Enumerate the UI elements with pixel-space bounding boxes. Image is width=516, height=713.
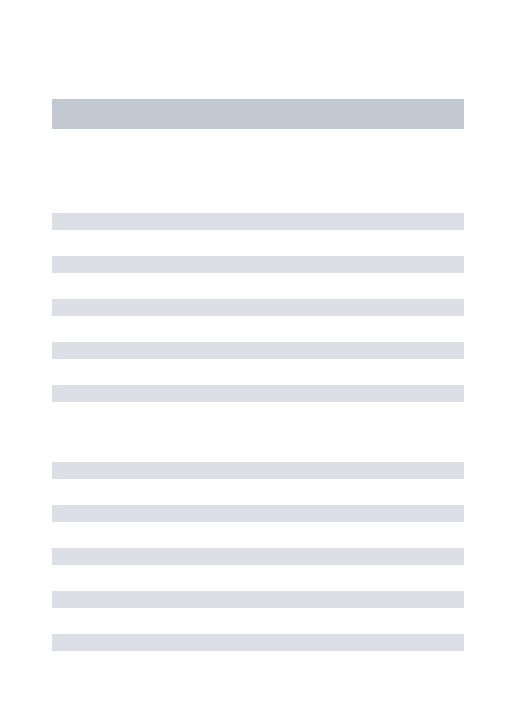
text-line-placeholder [52, 385, 464, 402]
text-line-placeholder [52, 462, 464, 479]
text-line-placeholder [52, 634, 464, 651]
text-line-placeholder [52, 342, 464, 359]
text-line-placeholder [52, 213, 464, 230]
paragraph-placeholder-2 [52, 462, 464, 651]
text-line-placeholder [52, 299, 464, 316]
text-line-placeholder [52, 548, 464, 565]
header-placeholder [52, 99, 464, 129]
text-line-placeholder [52, 505, 464, 522]
text-line-placeholder [52, 591, 464, 608]
text-line-placeholder [52, 256, 464, 273]
paragraph-placeholder-1 [52, 213, 464, 402]
page-container [0, 0, 516, 651]
